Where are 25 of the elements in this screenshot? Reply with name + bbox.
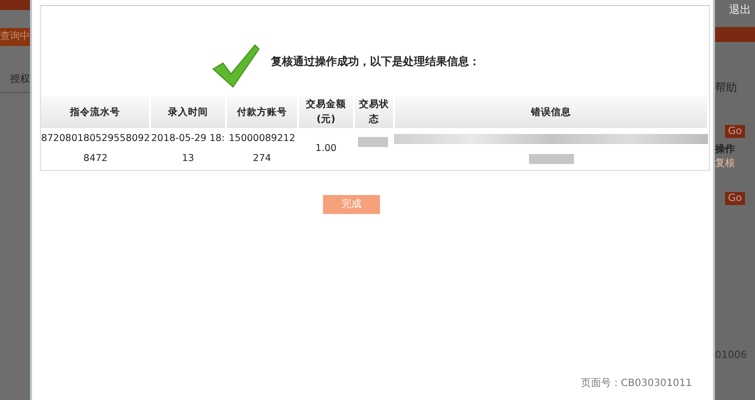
code-text: 01006 [715, 350, 747, 361]
go-button[interactable]: Go [725, 125, 745, 138]
nav-tab[interactable]: 查询中 [0, 28, 30, 46]
success-message: 复核通过操作成功，以下是处理结果信息： [271, 54, 480, 68]
checkmark-icon [211, 43, 261, 89]
column-header: 付款方账号 [226, 96, 298, 128]
column-header: 录入时间 [150, 96, 226, 128]
review-link[interactable]: 复核 [715, 156, 735, 170]
nav-item[interactable]: 授权 [0, 72, 30, 93]
table-cell: 8720801805295580928472 [41, 128, 150, 170]
page-number: 页面号：CB030301011 [580, 377, 692, 390]
go-button[interactable]: Go [725, 192, 745, 205]
column-header: 指令流水号 [41, 96, 150, 128]
table-cell: 1.00 [298, 128, 354, 170]
done-button[interactable]: 完成 [323, 194, 380, 214]
help-link[interactable]: 帮助 [715, 80, 737, 95]
header-bar [0, 0, 30, 10]
logout-link[interactable]: 退出 [729, 2, 751, 17]
column-header: 操作 [715, 142, 735, 156]
table-cell: 15000089212274 [226, 128, 298, 170]
table-cell: 2018-05-29 18:13 [150, 128, 226, 170]
header-bar [715, 27, 755, 42]
column-header: 交易状态 [354, 96, 394, 128]
column-header: 错误信息 [394, 96, 708, 128]
column-header: 交易金额(元) [298, 96, 354, 128]
